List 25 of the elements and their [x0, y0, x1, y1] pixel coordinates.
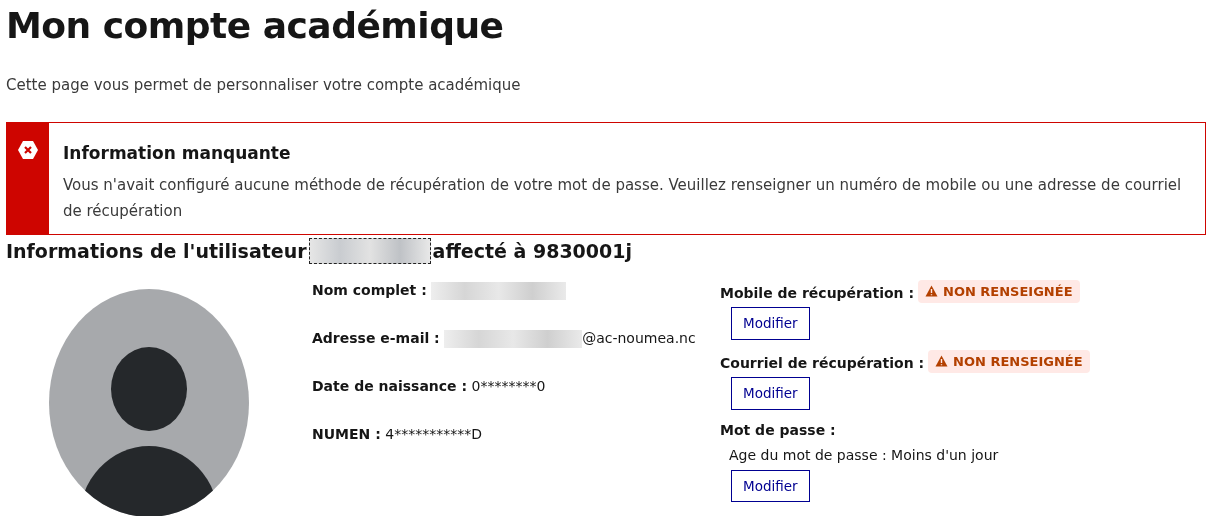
modify-button[interactable]: Modifier: [731, 307, 810, 340]
field-label: Mobile de récupération :: [720, 284, 914, 301]
password-age-text: Age du mot de passe : Moins d'un jour: [729, 445, 1000, 465]
page-title: Mon compte académique: [6, 4, 505, 48]
field-label: Date de naissance :: [312, 377, 468, 394]
alert-title: Information manquante: [63, 141, 292, 165]
warning-icon: [925, 285, 938, 298]
field-label: Courriel de récupération :: [720, 354, 925, 371]
field-value: 0********0: [471, 377, 546, 394]
modify-button[interactable]: Modifier: [731, 469, 810, 502]
field-label: NUMEN :: [312, 425, 381, 442]
status-badge: NON RENSEIGNÉE: [918, 279, 1080, 304]
intro-text: Cette page vous permet de personnaliser votre compte académique: [6, 75, 522, 97]
user-heading: Informations de l'utilisateur: [6, 239, 307, 265]
field-label: Nom complet :: [312, 281, 427, 298]
warning-icon: [935, 355, 949, 368]
field-value: @ac-noumea.nc: [582, 329, 696, 346]
user-heading-suffix: affecté à 9830001j: [432, 239, 632, 265]
error-icon: [17, 138, 39, 161]
field-value: 4***********D: [385, 425, 482, 442]
modify-button[interactable]: Modifier: [731, 377, 810, 410]
alert-message: Vous n'avait configuré aucune méthode de récupération de votre mot de passe. Veuillez renseigner un numéro de mobile ou une adresse de courriel de récupération: [63, 175, 1183, 223]
status-badge: NON RENSEIGNÉE: [928, 349, 1090, 374]
field-label: Mot de passe :: [720, 421, 836, 438]
field-label: Adresse e-mail :: [312, 329, 440, 346]
